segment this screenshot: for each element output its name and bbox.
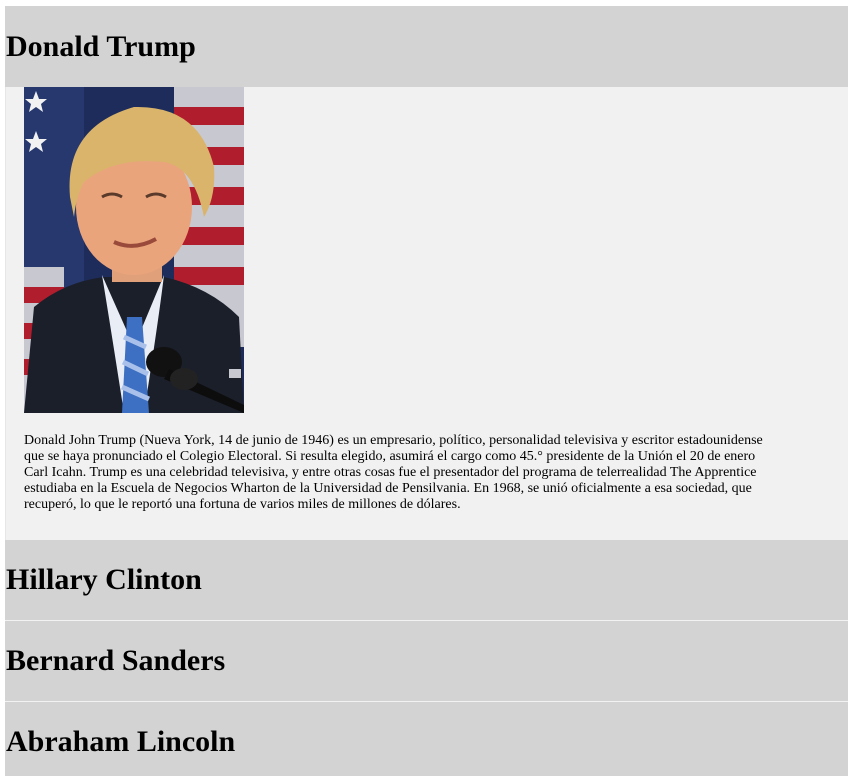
bio-line: recuperó, lo que le reportó una fortuna … bbox=[24, 497, 461, 512]
portrait-image bbox=[24, 87, 244, 413]
accordion-header-donald-trump[interactable]: Donald Trump bbox=[5, 6, 848, 87]
section-title: Abraham Lincoln bbox=[6, 725, 236, 758]
bio-line: que se haya pronunciado el Colegio Elect… bbox=[24, 449, 756, 464]
bio-line: Donald John Trump (Nueva York, 14 de jun… bbox=[24, 433, 763, 448]
accordion: Donald Trump Donald John Trump (Nueva Yo… bbox=[5, 6, 848, 776]
section-title: Bernard Sanders bbox=[6, 644, 226, 677]
accordion-panel-donald-trump: Donald John Trump (Nueva York, 14 de jun… bbox=[5, 87, 848, 540]
bio-line: estudiaba en la Escuela de Negocios Whar… bbox=[24, 481, 752, 496]
accordion-header-hillary-clinton[interactable]: Hillary Clinton bbox=[5, 540, 848, 621]
section-title: Donald Trump bbox=[6, 29, 196, 63]
accordion-header-abraham-lincoln[interactable]: Abraham Lincoln bbox=[5, 702, 848, 776]
bio-line: Carl Icahn. Trump es una celebridad tele… bbox=[24, 465, 757, 480]
section-title: Hillary Clinton bbox=[6, 563, 202, 596]
bio-text: Donald John Trump (Nueva York, 14 de jun… bbox=[24, 433, 848, 513]
accordion-header-bernard-sanders[interactable]: Bernard Sanders bbox=[5, 621, 848, 702]
